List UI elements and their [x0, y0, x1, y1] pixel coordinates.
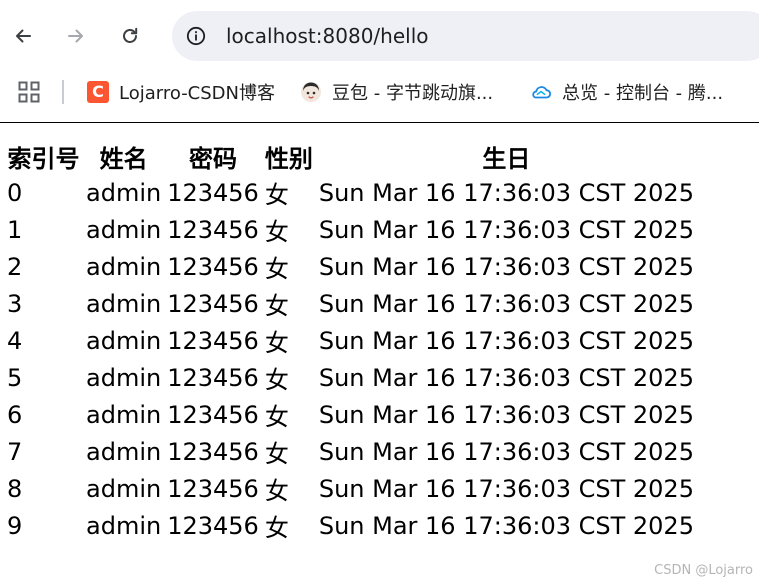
cell-gender: 女 [264, 477, 289, 505]
header-name: 姓名 [99, 145, 148, 173]
table-row: 3 admin 123456 女 Sun Mar 16 17:36:03 CST… [5, 285, 698, 322]
cell-gender: 女 [264, 329, 289, 357]
cell-gender: 女 [264, 255, 289, 283]
cell-name: admin [86, 363, 162, 392]
header-gender: 性别 [264, 145, 313, 173]
bookmark-doubao[interactable]: 豆包 - 字节跳动旗... [300, 78, 493, 106]
cell-name: admin [86, 474, 162, 503]
cell-index: 0 [7, 178, 23, 207]
cell-birthday: Sun Mar 16 17:36:03 CST 2025 [318, 437, 694, 466]
cell-name: admin [86, 326, 162, 355]
cell-index: 6 [7, 400, 23, 429]
cell-birthday: Sun Mar 16 17:36:03 CST 2025 [318, 178, 694, 207]
bookmarks-bar: C Lojarro-CSDN博客 豆包 - 字节跳动旗... 总览 - 控制台 … [0, 70, 759, 122]
table-body: 0 admin 123456 女 Sun Mar 16 17:36:03 CST… [5, 174, 698, 544]
address-bar[interactable]: localhost:8080/hello [172, 11, 759, 61]
table-row: 9 admin 123456 女 Sun Mar 16 17:36:03 CST… [5, 507, 698, 544]
cell-gender: 女 [264, 366, 289, 394]
cell-index: 4 [7, 326, 23, 355]
page-content: 索引号 姓名 密码 性别 生日 0 admin 123456 女 Sun Mar… [0, 123, 759, 584]
back-button[interactable] [5, 18, 41, 54]
cell-birthday: Sun Mar 16 17:36:03 CST 2025 [318, 215, 694, 244]
cell-gender: 女 [264, 292, 289, 320]
bookmark-tencent-cloud[interactable]: 总览 - 控制台 - 腾... [530, 78, 723, 106]
cell-name: admin [86, 437, 162, 466]
cell-password: 123456 [167, 215, 259, 244]
bookmark-label: Lojarro-CSDN博客 [119, 83, 276, 104]
cell-password: 123456 [167, 289, 259, 318]
table-row: 4 admin 123456 女 Sun Mar 16 17:36:03 CST… [5, 322, 698, 359]
browser-toolbar: localhost:8080/hello [0, 0, 759, 70]
cell-index: 1 [7, 215, 23, 244]
cell-birthday: Sun Mar 16 17:36:03 CST 2025 [318, 363, 694, 392]
doubao-avatar-icon [300, 81, 322, 103]
cell-gender: 女 [264, 218, 289, 246]
table-row: 1 admin 123456 女 Sun Mar 16 17:36:03 CST… [5, 211, 698, 248]
cell-index: 2 [7, 252, 23, 281]
arrow-left-icon [16, 29, 31, 43]
tencent-cloud-icon [530, 81, 552, 103]
cell-birthday: Sun Mar 16 17:36:03 CST 2025 [318, 326, 694, 355]
info-icon[interactable] [186, 26, 206, 46]
cell-password: 123456 [167, 511, 259, 540]
bookmark-label: 豆包 - 字节跳动旗... [332, 83, 494, 104]
bookmark-label: 总览 - 控制台 - 腾... [562, 83, 724, 104]
cell-gender: 女 [264, 181, 289, 209]
cell-birthday: Sun Mar 16 17:36:03 CST 2025 [318, 474, 694, 503]
cell-index: 8 [7, 474, 23, 503]
table-row: 8 admin 123456 女 Sun Mar 16 17:36:03 CST… [5, 470, 698, 507]
reload-button[interactable] [112, 18, 148, 54]
cell-birthday: Sun Mar 16 17:36:03 CST 2025 [318, 289, 694, 318]
bookmarks-divider [62, 80, 64, 104]
cell-password: 123456 [167, 326, 259, 355]
watermark: CSDN @Lojarro [654, 563, 753, 578]
browser-window: localhost:8080/hello C Lojarro-CSDN博客 豆包… [0, 0, 759, 584]
cell-gender: 女 [264, 403, 289, 431]
table-row: 0 admin 123456 女 Sun Mar 16 17:36:03 CST… [5, 174, 698, 211]
cell-name: admin [86, 215, 162, 244]
cell-birthday: Sun Mar 16 17:36:03 CST 2025 [318, 252, 694, 281]
cell-birthday: Sun Mar 16 17:36:03 CST 2025 [318, 511, 694, 540]
bookmark-csdn[interactable]: C Lojarro-CSDN博客 [87, 78, 275, 106]
cell-gender: 女 [264, 440, 289, 468]
forward-button[interactable] [58, 18, 94, 54]
cell-password: 123456 [167, 437, 259, 466]
user-table: 索引号 姓名 密码 性别 生日 0 admin 123456 女 Sun Mar… [5, 139, 698, 544]
cell-name: admin [86, 178, 162, 207]
header-index: 索引号 [7, 145, 80, 173]
cell-password: 123456 [167, 474, 259, 503]
header-birthday: 生日 [482, 145, 531, 173]
cell-password: 123456 [167, 363, 259, 392]
cell-password: 123456 [167, 252, 259, 281]
cell-password: 123456 [167, 178, 259, 207]
cell-password: 123456 [167, 400, 259, 429]
cell-index: 7 [7, 437, 23, 466]
table-row: 7 admin 123456 女 Sun Mar 16 17:36:03 CST… [5, 433, 698, 470]
csdn-icon: C [87, 81, 109, 103]
arrow-right-icon [68, 29, 83, 43]
apps-grid-icon[interactable] [18, 81, 40, 103]
header-password: 密码 [189, 145, 238, 173]
cell-birthday: Sun Mar 16 17:36:03 CST 2025 [318, 400, 694, 429]
table-row: 2 admin 123456 女 Sun Mar 16 17:36:03 CST… [5, 248, 698, 285]
cell-name: admin [86, 511, 162, 540]
reload-icon [123, 27, 138, 43]
cell-name: admin [86, 289, 162, 318]
cell-name: admin [86, 252, 162, 281]
cell-index: 3 [7, 289, 23, 318]
table-row: 5 admin 123456 女 Sun Mar 16 17:36:03 CST… [5, 359, 698, 396]
cell-index: 5 [7, 363, 23, 392]
table-header-row: 索引号 姓名 密码 性别 生日 [5, 139, 698, 174]
cell-gender: 女 [264, 514, 289, 542]
url-text[interactable]: localhost:8080/hello [226, 23, 428, 49]
cell-name: admin [86, 400, 162, 429]
cell-index: 9 [7, 511, 23, 540]
table-row: 6 admin 123456 女 Sun Mar 16 17:36:03 CST… [5, 396, 698, 433]
